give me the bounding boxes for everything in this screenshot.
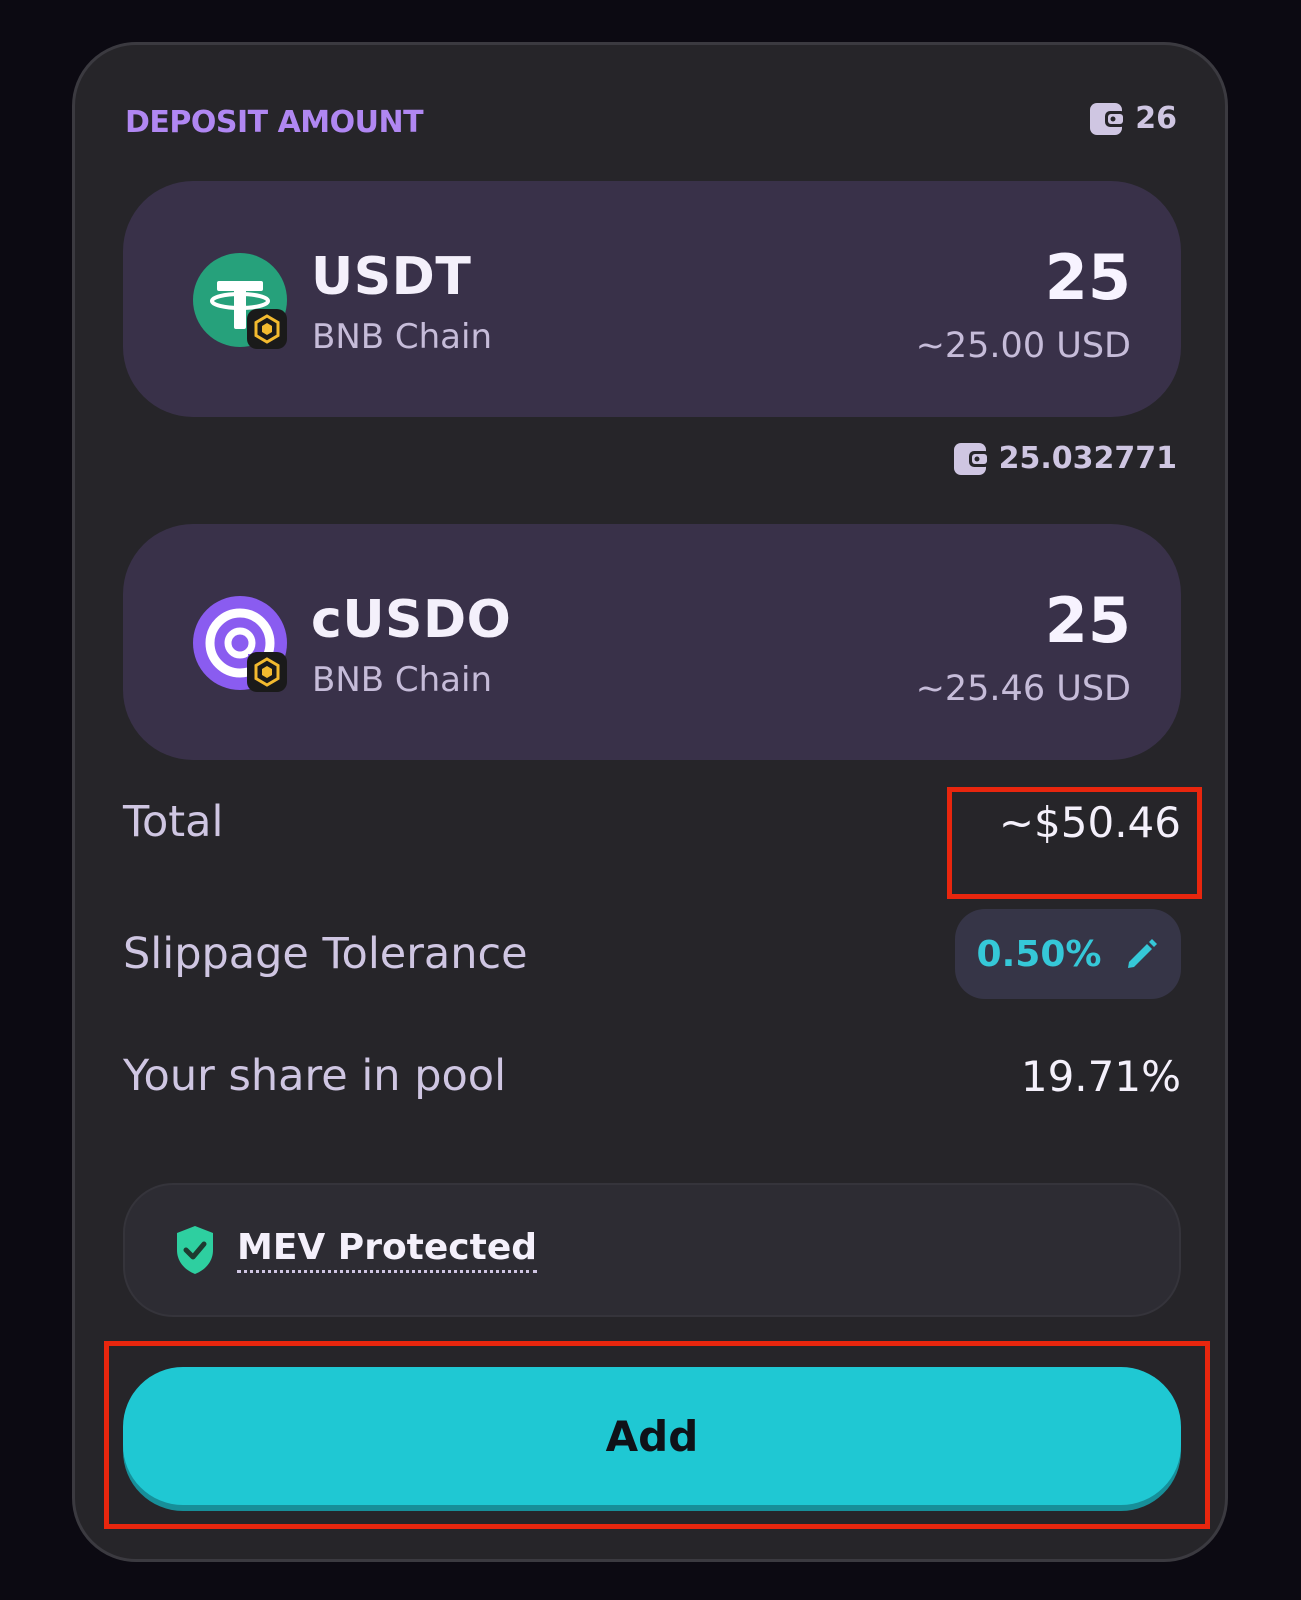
mev-protected-label[interactable]: MEV Protected: [237, 1227, 538, 1273]
token-symbol: cUSDO: [311, 590, 512, 650]
add-liquidity-button[interactable]: Add: [123, 1367, 1181, 1505]
cusdo-wallet-balance: 25.032771: [953, 441, 1177, 476]
slippage-edit-button[interactable]: 0.50%: [955, 909, 1181, 999]
wallet-icon: [953, 442, 991, 476]
deposit-card: DEPOSIT AMOUNT 26 USDT BNB Chain 25 ~25.…: [72, 42, 1228, 1562]
slippage-label: Slippage Tolerance: [123, 929, 528, 979]
bnb-chain-badge: [247, 652, 287, 692]
token-chain: BNB Chain: [312, 660, 493, 700]
token-symbol: USDT: [311, 247, 472, 307]
token-usd-value: ~25.46 USD: [915, 669, 1131, 709]
pool-share-label: Your share in pool: [123, 1051, 507, 1101]
slippage-value: 0.50%: [976, 933, 1102, 975]
wallet-balance: 26: [1089, 101, 1177, 136]
pencil-icon: [1128, 939, 1158, 968]
bnb-icon: [254, 314, 280, 344]
wallet-icon: [1089, 102, 1127, 136]
bnb-icon: [254, 657, 280, 687]
wallet-balance-value: 26: [1135, 101, 1177, 136]
usdt-logo: [193, 253, 287, 349]
token-usd-value: ~25.00 USD: [915, 326, 1131, 366]
token-amount-input[interactable]: 25: [1045, 241, 1131, 314]
total-label: Total: [123, 797, 224, 847]
total-value: ~$50.46: [998, 797, 1181, 847]
total-row: Total ~$50.46: [123, 797, 1181, 847]
bnb-chain-badge: [247, 309, 287, 349]
deposit-amount-title: DEPOSIT AMOUNT: [125, 105, 424, 140]
mev-protection-banner: MEV Protected: [123, 1183, 1181, 1317]
slippage-row: Slippage Tolerance 0.50%: [123, 909, 1181, 999]
pool-share-value: 19.71%: [1020, 1051, 1181, 1101]
pool-share-row: Your share in pool 19.71%: [123, 1051, 1181, 1101]
token-input-usdt[interactable]: USDT BNB Chain 25 ~25.00 USD: [123, 181, 1181, 417]
wallet-balance-value: 25.032771: [998, 441, 1177, 476]
cusdo-logo: [193, 596, 287, 692]
shield-check-icon: [177, 1226, 213, 1274]
token-amount-input[interactable]: 25: [1045, 584, 1131, 657]
token-chain: BNB Chain: [312, 317, 493, 357]
token-input-cusdo[interactable]: cUSDO BNB Chain 25 ~25.46 USD: [123, 524, 1181, 760]
